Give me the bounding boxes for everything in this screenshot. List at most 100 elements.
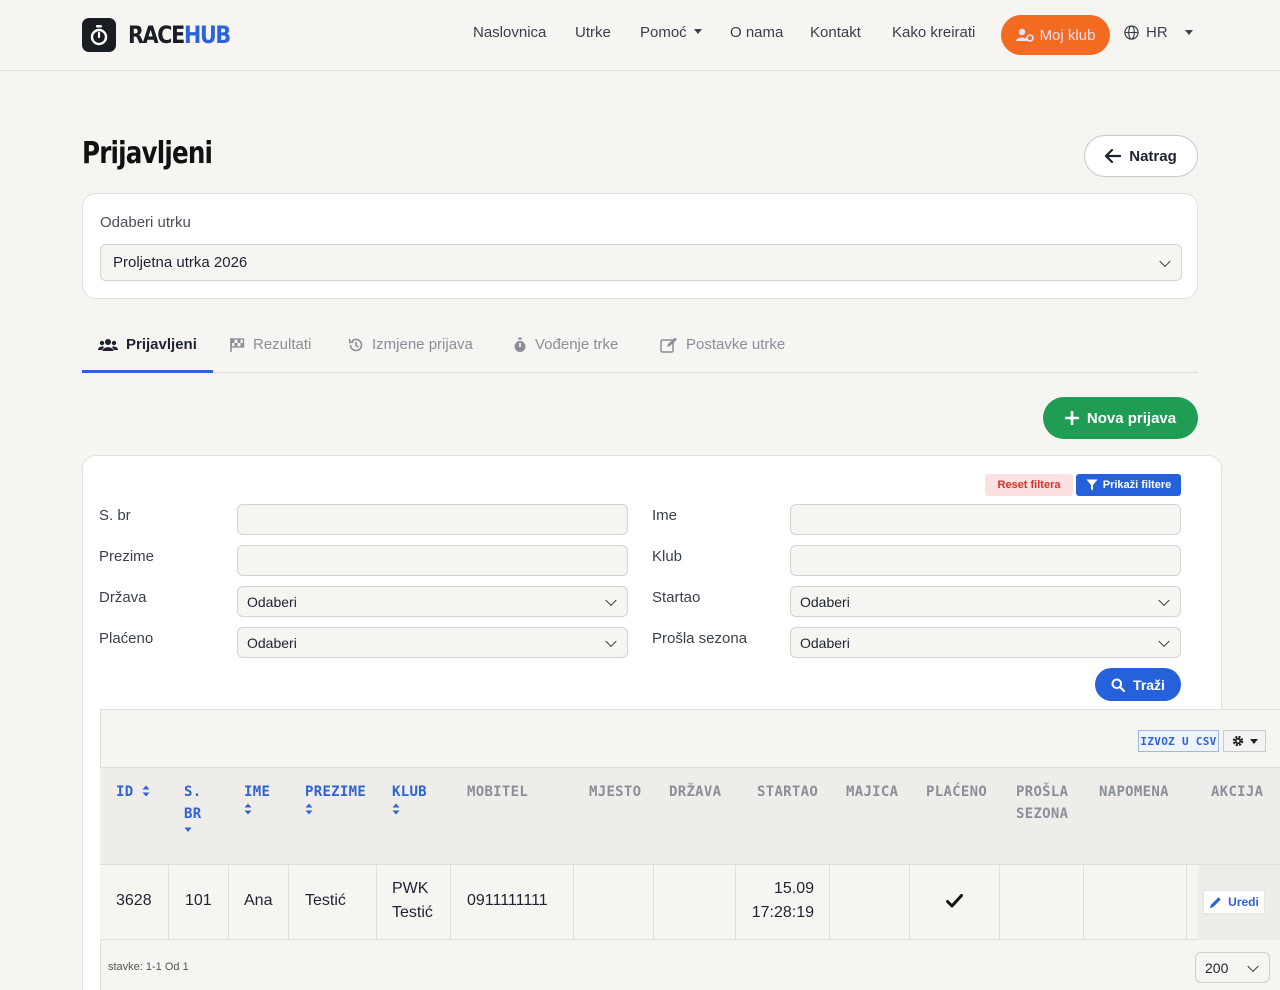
- filter-input-ime[interactable]: [790, 504, 1181, 535]
- edit-icon: [660, 337, 677, 353]
- th-ime-label: IME: [244, 784, 271, 800]
- th-klub-label: KLUB: [392, 784, 427, 800]
- history-icon: [348, 338, 363, 351]
- sort-icon: [142, 785, 150, 797]
- tab-rezultati[interactable]: Rezultati: [229, 336, 311, 353]
- race-select-card: Odaberi utrku Proljetna utrka 2026: [82, 193, 1198, 299]
- race-select-label: Odaberi utrku: [100, 214, 191, 231]
- th-placeno: PLAĆENO: [926, 784, 988, 800]
- column-divider: [909, 864, 910, 940]
- new-entry-button[interactable]: Nova prijava: [1043, 397, 1198, 439]
- back-button[interactable]: Natrag: [1084, 135, 1198, 177]
- chevron-down-icon: [1158, 594, 1170, 606]
- column-divider: [999, 864, 1000, 940]
- filter-select-startao-value: Odaberi: [800, 593, 850, 610]
- cell-id: 3628: [116, 892, 152, 909]
- th-drzava: DRŽAVA: [669, 784, 722, 800]
- cell-klub-line1: PWK: [392, 880, 429, 897]
- tab-rezultati-label: Rezultati: [253, 336, 312, 353]
- column-settings-button[interactable]: [1223, 730, 1266, 752]
- reset-filters-button[interactable]: Reset filtera: [985, 474, 1073, 496]
- nav-item-kontakt[interactable]: Kontakt: [810, 24, 861, 41]
- plus-icon: [1064, 411, 1079, 425]
- globe-icon: [1124, 25, 1139, 40]
- column-divider: [1083, 864, 1084, 940]
- nav-item-utrke[interactable]: Utrke: [575, 24, 611, 41]
- arrow-left-icon: [1105, 149, 1122, 163]
- filter-label-ime: Ime: [652, 507, 678, 524]
- filter-label-s-br: S. br: [99, 507, 131, 524]
- th-akcija: AKCIJA: [1211, 784, 1264, 800]
- filter-select-prosla-sezona[interactable]: Odaberi: [790, 627, 1181, 658]
- filter-input-prezime[interactable]: [237, 545, 628, 576]
- chevron-down-icon: [1158, 635, 1170, 647]
- moj-klub-label: Moj klub: [1039, 26, 1096, 44]
- column-divider: [1186, 864, 1187, 940]
- search-icon: [1111, 678, 1126, 692]
- stopwatch-icon: [514, 337, 526, 352]
- new-entry-label: Nova prijava: [1086, 409, 1177, 427]
- per-page-value: 200: [1205, 959, 1229, 976]
- tab-postavke-utrke-label: Postavke utrke: [686, 336, 786, 353]
- show-filters-button[interactable]: Prikaži filtere: [1076, 474, 1181, 496]
- th-id[interactable]: ID: [116, 781, 150, 803]
- nav-item-pomoc-label: Pomoć: [640, 24, 687, 41]
- th-prosla-sezona: PROŠLA SEZONA: [1016, 781, 1068, 825]
- nav-item-pomoc[interactable]: Pomoć: [640, 24, 702, 41]
- tab-izmjene-prijava[interactable]: Izmjene prijava: [348, 336, 473, 353]
- filter-select-drzava-value: Odaberi: [247, 593, 297, 610]
- cell-startao: 15.09 17:28:19: [751, 877, 814, 925]
- language-label: HR: [1146, 24, 1168, 41]
- nav-item-o-nama[interactable]: O nama: [730, 24, 783, 41]
- sort-desc-icon: [184, 827, 192, 832]
- th-mjesto: MJESTO: [589, 784, 642, 800]
- tab-vodenje-trke[interactable]: Vođenje trke: [513, 336, 618, 353]
- nav-item-kako-kreirati[interactable]: Kako kreirati: [892, 24, 975, 41]
- filter-input-s-br[interactable]: [237, 504, 628, 535]
- edit-entry-button[interactable]: Uredi: [1203, 890, 1265, 914]
- nav-item-naslovnica[interactable]: Naslovnica: [473, 24, 546, 41]
- tab-prijavljeni[interactable]: Prijavljeni: [98, 336, 197, 353]
- th-prosla-sezona-line1: PROŠLA: [1016, 784, 1069, 800]
- column-divider: [735, 864, 736, 940]
- filter-input-klub[interactable]: [790, 545, 1181, 576]
- cell-s-br: 101: [185, 892, 212, 909]
- th-prezime-label: PREZIME: [305, 784, 367, 800]
- filter-select-drzava[interactable]: Odaberi: [237, 586, 628, 617]
- moj-klub-button[interactable]: Moj klub: [1001, 15, 1110, 55]
- brand[interactable]: RACEHUB: [82, 18, 246, 52]
- th-s-br[interactable]: S. BR: [184, 781, 201, 833]
- filter-select-placeno[interactable]: Odaberi: [237, 627, 628, 658]
- per-page-select[interactable]: 200: [1195, 952, 1270, 983]
- search-button[interactable]: Traži: [1095, 668, 1181, 701]
- race-tabs: Prijavljeni Rezultati Izmjene prijava Vo…: [82, 320, 1198, 373]
- user-gear-icon: [1015, 28, 1034, 42]
- cell-prezime: Testić: [305, 892, 346, 909]
- pagination-info: stavke: 1-1 Od 1: [108, 961, 189, 973]
- caret-down-icon: [1184, 30, 1193, 35]
- check-icon: [946, 894, 963, 908]
- filter-select-startao[interactable]: Odaberi: [790, 586, 1181, 617]
- filter-label-klub: Klub: [652, 548, 683, 565]
- flag-checkered-icon: [230, 337, 245, 352]
- chevron-down-icon: [1159, 255, 1171, 267]
- stopwatch-icon: [82, 18, 116, 52]
- tab-postavke-utrke[interactable]: Postavke utrke: [660, 336, 785, 353]
- column-divider: [653, 864, 654, 940]
- language-selector[interactable]: HR: [1124, 24, 1193, 41]
- th-prosla-sezona-line2: SEZONA: [1016, 806, 1069, 822]
- pencil-icon: [1210, 896, 1221, 908]
- th-ime[interactable]: IME: [244, 781, 270, 815]
- back-label: Natrag: [1129, 147, 1177, 165]
- export-csv-button[interactable]: IZVOZ U CSV: [1138, 730, 1219, 752]
- race-select-value: Proljetna utrka 2026: [113, 254, 248, 271]
- tab-izmjene-prijava-label: Izmjene prijava: [372, 336, 473, 353]
- race-select[interactable]: Proljetna utrka 2026: [100, 244, 1182, 281]
- page-title: Prijavljeni: [82, 136, 213, 171]
- filter-select-prosla-sezona-value: Odaberi: [800, 634, 850, 651]
- th-s-br-line1: S.: [184, 784, 202, 800]
- th-prezime[interactable]: PREZIME: [305, 781, 366, 815]
- chevron-down-icon: [605, 635, 617, 647]
- brand-name: RACEHUB: [128, 21, 231, 49]
- th-klub[interactable]: KLUB: [392, 781, 427, 815]
